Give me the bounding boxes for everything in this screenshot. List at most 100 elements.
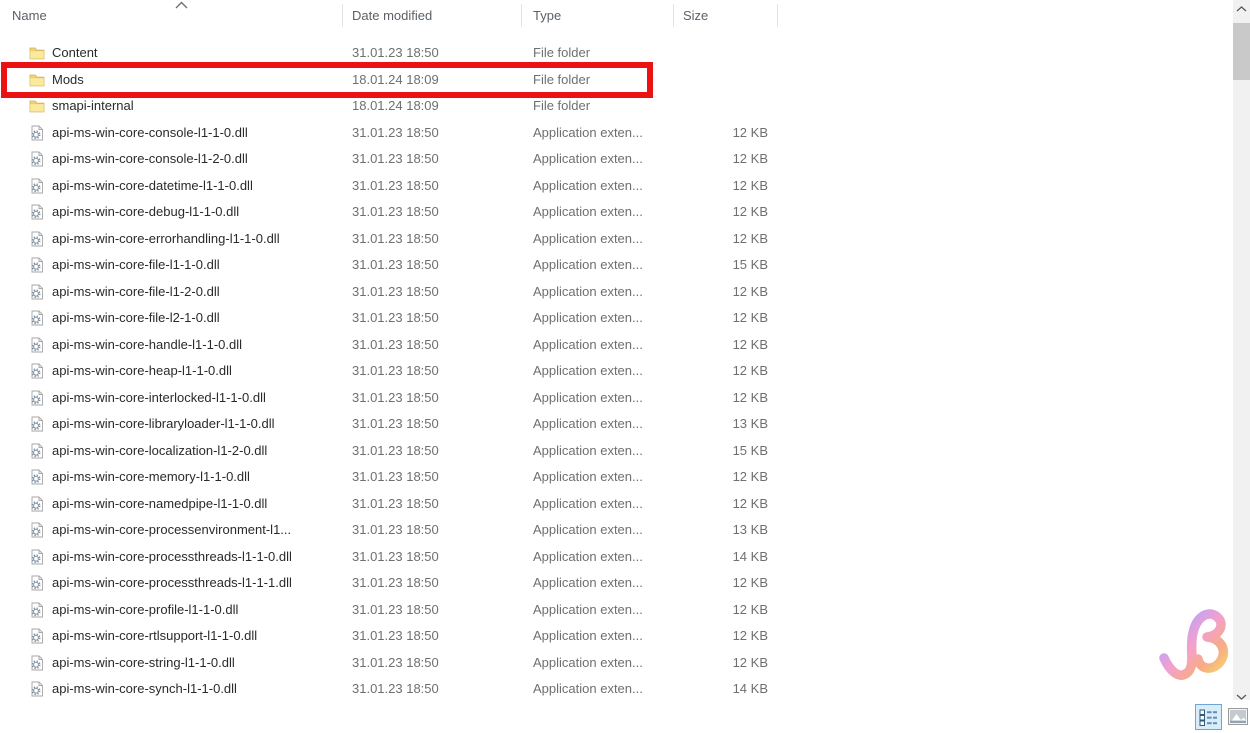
- file-type: Application exten...: [533, 199, 671, 226]
- dll-file-icon: [29, 337, 45, 353]
- file-row[interactable]: smapi-internal 18.01.24 18:09 File folde…: [0, 93, 1233, 120]
- file-row[interactable]: api-ms-win-core-profile-l1-1-0.dll 31.01…: [0, 597, 1233, 624]
- file-row[interactable]: api-ms-win-core-memory-l1-1-0.dll 31.01.…: [0, 464, 1233, 491]
- chevron-down-icon: [1236, 694, 1247, 700]
- file-row[interactable]: api-ms-win-core-file-l2-1-0.dll 31.01.23…: [0, 305, 1233, 332]
- file-type: Application exten...: [533, 544, 671, 571]
- file-type: Application exten...: [533, 226, 671, 253]
- vertical-scrollbar[interactable]: [1233, 0, 1250, 705]
- file-type: Application exten...: [533, 120, 671, 147]
- file-row[interactable]: api-ms-win-core-libraryloader-l1-1-0.dll…: [0, 411, 1233, 438]
- column-header-date-modified[interactable]: Date modified: [343, 0, 522, 30]
- file-row[interactable]: api-ms-win-core-debug-l1-1-0.dll 31.01.2…: [0, 199, 1233, 226]
- file-row[interactable]: Content 31.01.23 18:50 File folder: [0, 40, 1233, 67]
- column-header-name[interactable]: Name: [0, 0, 343, 30]
- column-header-type[interactable]: Type: [522, 0, 674, 30]
- file-date-modified: 31.01.23 18:50: [352, 676, 517, 703]
- file-name: api-ms-win-core-rtlsupport-l1-1-0.dll: [52, 623, 340, 650]
- dll-file-icon: [29, 416, 45, 432]
- file-size: 12 KB: [674, 385, 768, 412]
- column-header-row: Name Date modified Type Size: [0, 0, 1233, 30]
- file-row[interactable]: Mods 18.01.24 18:09 File folder: [0, 67, 1233, 94]
- file-row[interactable]: api-ms-win-core-console-l1-1-0.dll 31.01…: [0, 120, 1233, 147]
- file-list: Content 31.01.23 18:50 File folder Mods …: [0, 40, 1233, 711]
- dll-file-icon: [29, 496, 45, 512]
- file-type: Application exten...: [533, 464, 671, 491]
- file-row[interactable]: api-ms-win-core-string-l1-1-0.dll 31.01.…: [0, 650, 1233, 677]
- file-row[interactable]: api-ms-win-core-errorhandling-l1-1-0.dll…: [0, 226, 1233, 253]
- file-size: 13 KB: [674, 411, 768, 438]
- file-date-modified: 31.01.23 18:50: [352, 491, 517, 518]
- file-type: Application exten...: [533, 623, 671, 650]
- file-row[interactable]: api-ms-win-core-heap-l1-1-0.dll 31.01.23…: [0, 358, 1233, 385]
- thumbnail-view-button[interactable]: [1227, 707, 1249, 726]
- file-row[interactable]: api-ms-win-core-rtlsupport-l1-1-0.dll 31…: [0, 623, 1233, 650]
- file-type: Application exten...: [533, 146, 671, 173]
- file-name: api-ms-win-core-synch-l1-1-0.dll: [52, 676, 340, 703]
- file-date-modified: 31.01.23 18:50: [352, 120, 517, 147]
- file-date-modified: 31.01.23 18:50: [352, 464, 517, 491]
- file-row[interactable]: api-ms-win-core-processthreads-l1-1-1.dl…: [0, 570, 1233, 597]
- file-date-modified: 31.01.23 18:50: [352, 438, 517, 465]
- file-type: File folder: [533, 67, 671, 94]
- file-row[interactable]: api-ms-win-core-namedpipe-l1-1-0.dll 31.…: [0, 491, 1233, 518]
- file-row[interactable]: api-ms-win-core-datetime-l1-1-0.dll 31.0…: [0, 173, 1233, 200]
- file-size: [674, 67, 768, 94]
- file-type: Application exten...: [533, 597, 671, 624]
- scrollbar-thumb[interactable]: [1233, 23, 1250, 80]
- file-size: 12 KB: [674, 597, 768, 624]
- file-name: api-ms-win-core-namedpipe-l1-1-0.dll: [52, 491, 340, 518]
- file-row[interactable]: api-ms-win-core-synch-l1-1-0.dll 31.01.2…: [0, 676, 1233, 703]
- file-name: api-ms-win-core-memory-l1-1-0.dll: [52, 464, 340, 491]
- file-row[interactable]: api-ms-win-core-processenvironment-l1...…: [0, 517, 1233, 544]
- file-type: Application exten...: [533, 438, 671, 465]
- file-row[interactable]: api-ms-win-core-file-l1-1-0.dll 31.01.23…: [0, 252, 1233, 279]
- file-type: Application exten...: [533, 385, 671, 412]
- dll-file-icon: [29, 681, 45, 697]
- file-date-modified: 31.01.23 18:50: [352, 623, 517, 650]
- file-row[interactable]: api-ms-win-core-file-l1-2-0.dll 31.01.23…: [0, 279, 1233, 306]
- file-type: Application exten...: [533, 491, 671, 518]
- file-date-modified: 31.01.23 18:50: [352, 279, 517, 306]
- file-name: api-ms-win-core-profile-l1-1-0.dll: [52, 597, 340, 624]
- scrollbar-up-button[interactable]: [1233, 0, 1250, 17]
- file-date-modified: 31.01.23 18:50: [352, 358, 517, 385]
- file-size: 15 KB: [674, 252, 768, 279]
- file-name: api-ms-win-core-localization-l1-2-0.dll: [52, 438, 340, 465]
- dll-file-icon: [29, 655, 45, 671]
- dll-file-icon: [29, 125, 45, 141]
- file-size: [674, 40, 768, 67]
- file-name: api-ms-win-core-errorhandling-l1-1-0.dll: [52, 226, 340, 253]
- file-name: api-ms-win-core-processthreads-l1-1-0.dl…: [52, 544, 340, 571]
- file-type: Application exten...: [533, 517, 671, 544]
- status-bar: [0, 700, 1250, 733]
- file-type: Application exten...: [533, 279, 671, 306]
- dll-file-icon: [29, 522, 45, 538]
- file-size: 12 KB: [674, 464, 768, 491]
- column-header-size[interactable]: Size: [674, 0, 778, 30]
- file-date-modified: 31.01.23 18:50: [352, 332, 517, 359]
- gradient-b-logo: [1158, 606, 1232, 694]
- file-date-modified: 31.01.23 18:50: [352, 650, 517, 677]
- file-type: Application exten...: [533, 676, 671, 703]
- file-row[interactable]: api-ms-win-core-handle-l1-1-0.dll 31.01.…: [0, 332, 1233, 359]
- file-name: Content: [52, 40, 340, 67]
- file-date-modified: 31.01.23 18:50: [352, 517, 517, 544]
- file-date-modified: 31.01.23 18:50: [352, 385, 517, 412]
- file-row[interactable]: api-ms-win-core-interlocked-l1-1-0.dll 3…: [0, 385, 1233, 412]
- file-size: 12 KB: [674, 279, 768, 306]
- file-row[interactable]: api-ms-win-core-processthreads-l1-1-0.dl…: [0, 544, 1233, 571]
- file-date-modified: 31.01.23 18:50: [352, 411, 517, 438]
- file-row[interactable]: api-ms-win-core-console-l1-2-0.dll 31.01…: [0, 146, 1233, 173]
- file-name: api-ms-win-core-handle-l1-1-0.dll: [52, 332, 340, 359]
- file-row[interactable]: api-ms-win-core-localization-l1-2-0.dll …: [0, 438, 1233, 465]
- dll-file-icon: [29, 443, 45, 459]
- folder-icon: [29, 72, 45, 88]
- file-date-modified: 31.01.23 18:50: [352, 199, 517, 226]
- file-size: 12 KB: [674, 146, 768, 173]
- details-view-button[interactable]: [1195, 704, 1222, 730]
- file-date-modified: 31.01.23 18:50: [352, 597, 517, 624]
- file-name: smapi-internal: [52, 93, 340, 120]
- file-size: 12 KB: [674, 332, 768, 359]
- file-type: Application exten...: [533, 358, 671, 385]
